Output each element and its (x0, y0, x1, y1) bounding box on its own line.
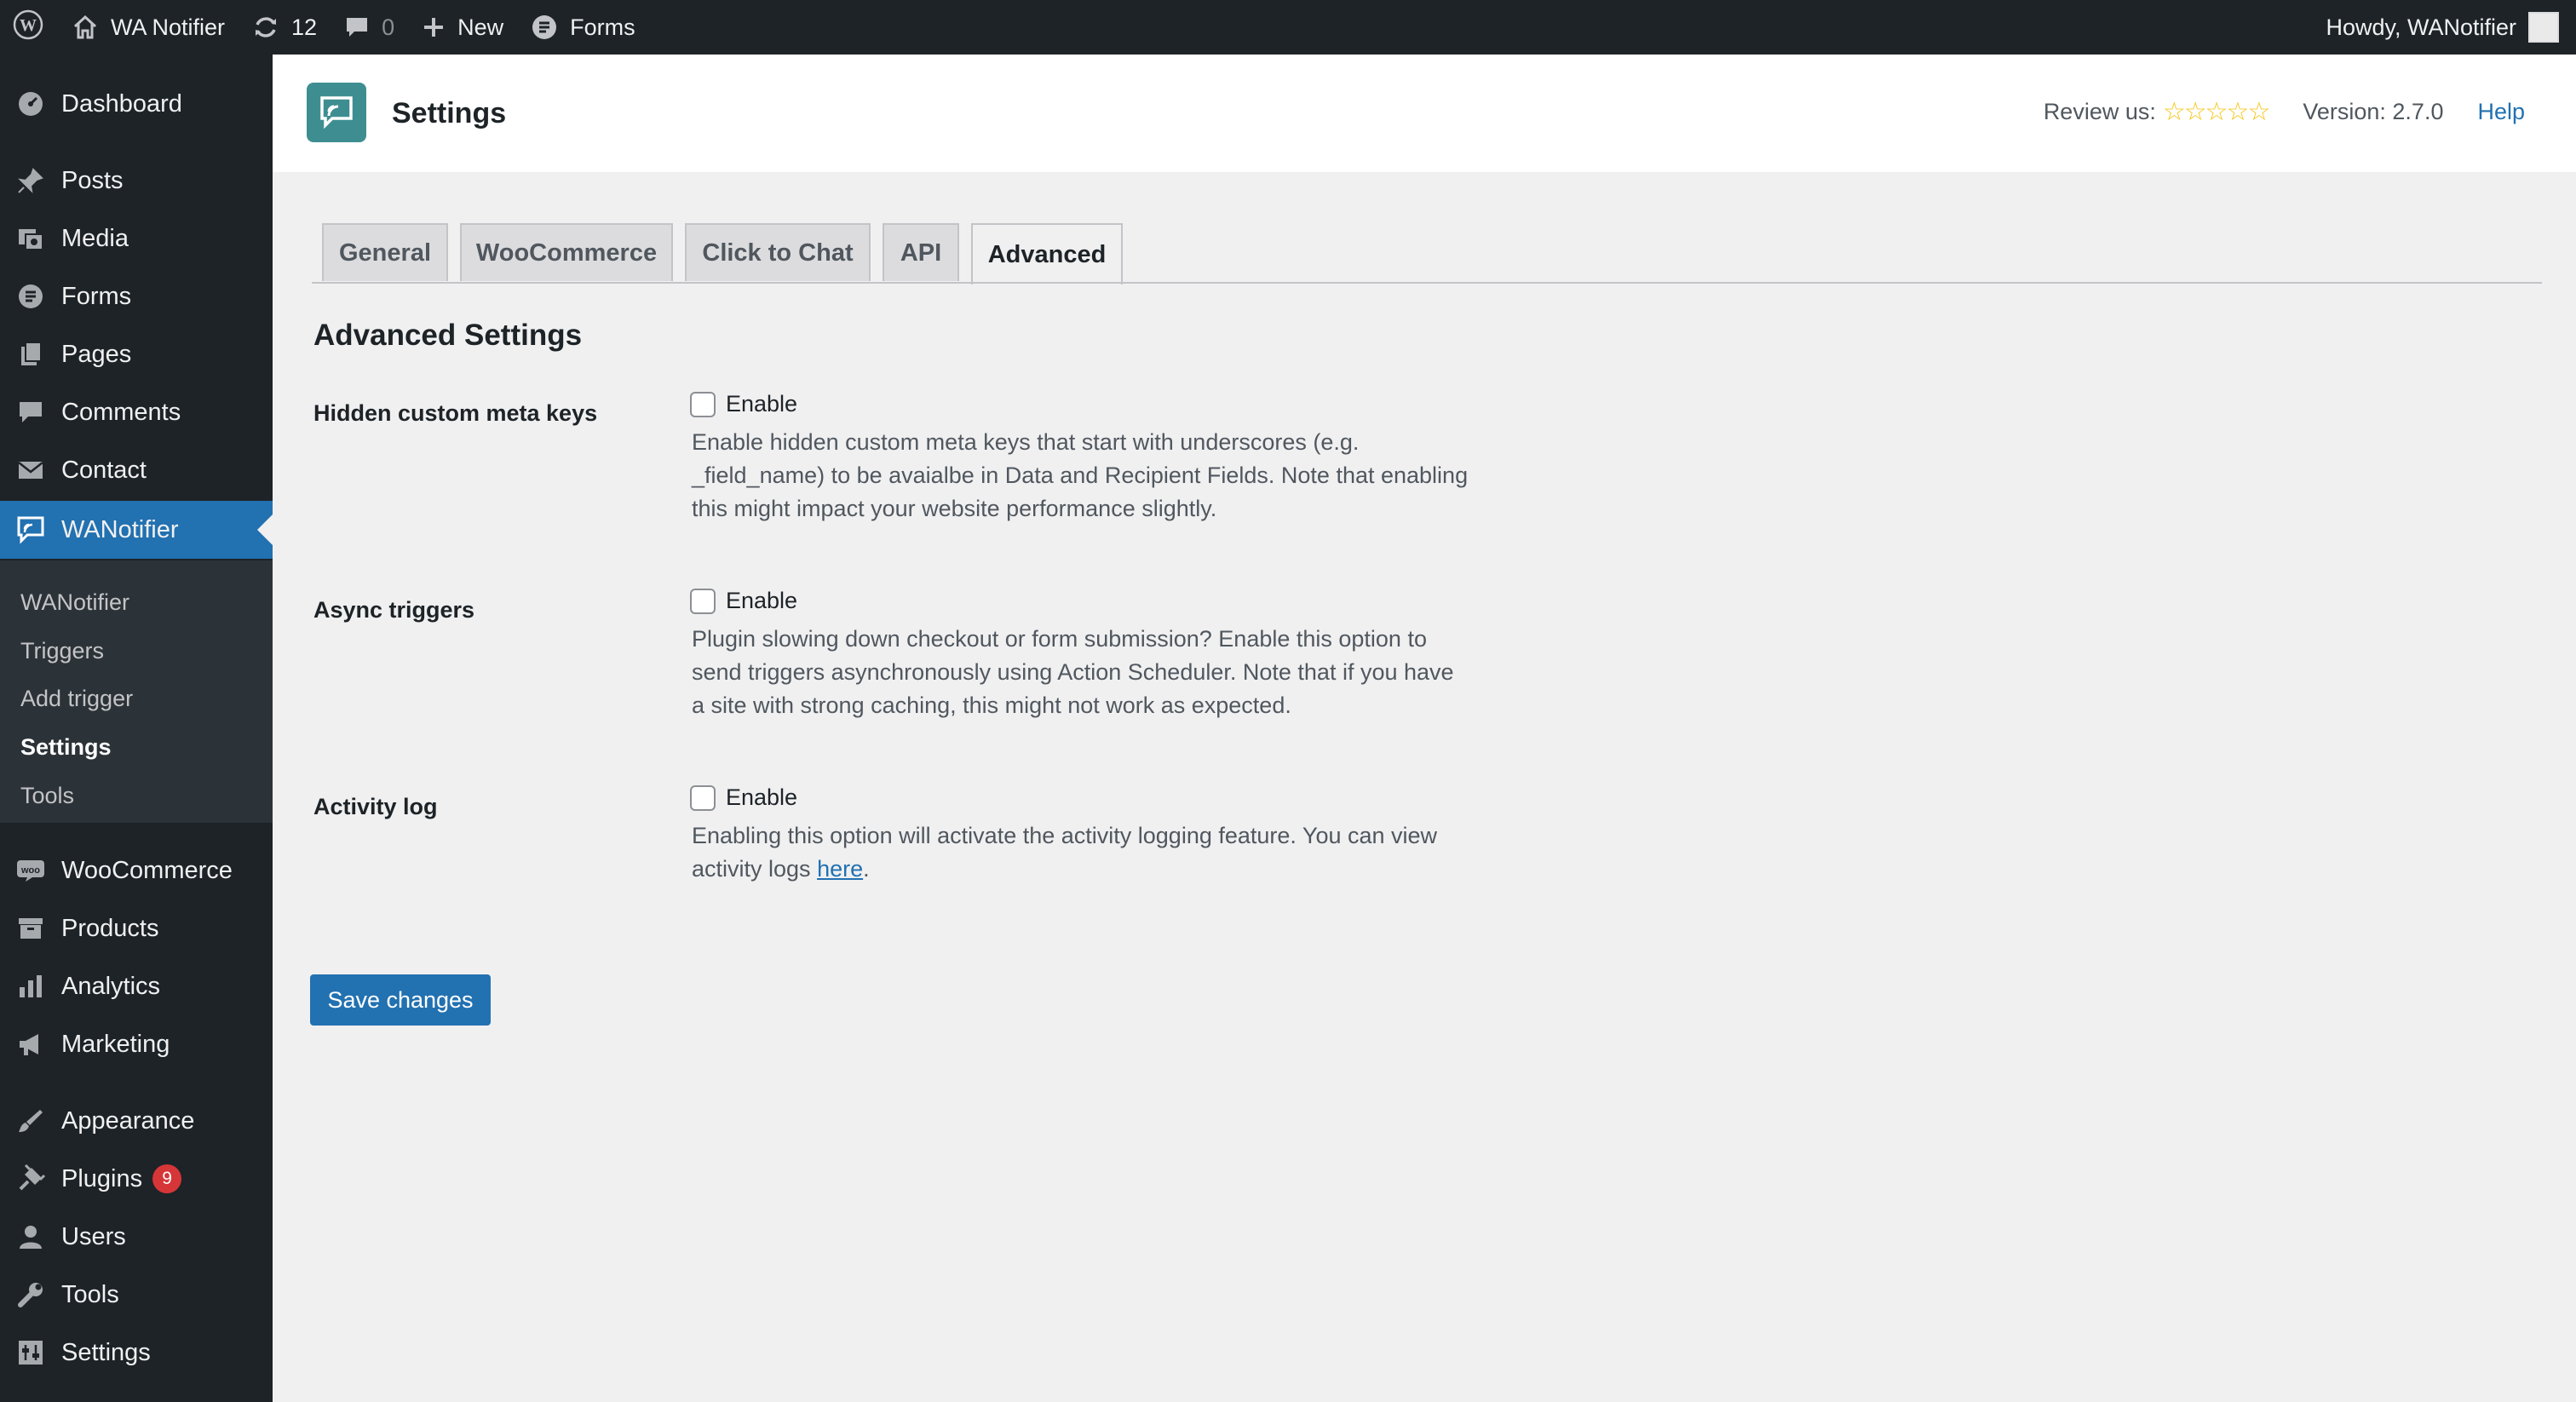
tabs-divider (312, 282, 2542, 284)
updates-link[interactable]: 12 (239, 0, 331, 55)
page-title: Settings (392, 97, 507, 129)
submenu-item-triggers[interactable]: Triggers (20, 638, 104, 664)
tab-api[interactable]: API (883, 223, 959, 281)
greeting: Howdy, WANotifier (2326, 14, 2516, 40)
home-icon (72, 14, 99, 40)
plugins-update-badge: 9 (152, 1164, 182, 1193)
pin-icon (0, 166, 61, 195)
hidden-meta-keys-description: Enable hidden custom meta keys that star… (692, 429, 1469, 521)
wanotifier-logo-icon (307, 83, 366, 142)
sidebar-item-appearance[interactable]: Appearance (0, 1092, 273, 1150)
user-icon (0, 1222, 61, 1251)
async-triggers-checkbox-row[interactable]: Enable (690, 588, 797, 614)
sidebar-item-products[interactable]: Products (0, 899, 273, 957)
sidebar-item-dashboard[interactable]: Dashboard (0, 75, 273, 133)
admin-bar: W WA Notifier 12 0 New Forms Howdy, WANo… (0, 0, 2576, 55)
setting-label-activity-log: Activity log (313, 794, 438, 819)
site-name-link[interactable]: WA Notifier (58, 0, 239, 55)
hidden-meta-keys-checkbox[interactable] (690, 391, 716, 417)
sidebar-item-marketing[interactable]: Marketing (0, 1015, 273, 1073)
wordpress-logo-button[interactable]: W (0, 0, 58, 55)
chat-icon (0, 514, 61, 546)
sidebar-item-pages[interactable]: Pages (0, 325, 273, 383)
comments-link[interactable]: 0 (331, 0, 408, 55)
save-changes-button[interactable]: Save changes (310, 974, 491, 1026)
forms-icon (0, 282, 61, 311)
sidebar-item-users[interactable]: Users (0, 1208, 273, 1266)
help-link[interactable]: Help (2477, 99, 2525, 125)
setting-label-async-triggers: Async triggers (313, 597, 475, 623)
tab-general[interactable]: General (322, 223, 448, 281)
wrench-icon (0, 1280, 61, 1309)
enable-label: Enable (726, 784, 798, 810)
submenu-item-settings[interactable]: Settings (20, 734, 112, 761)
enable-label: Enable (726, 391, 798, 417)
tab-woocommerce[interactable]: WooCommerce (460, 223, 673, 281)
wordpress-icon: W (12, 9, 44, 47)
forms-label: Forms (570, 14, 635, 40)
sidebar-item-analytics[interactable]: Analytics (0, 957, 273, 1015)
sidebar-item-plugins[interactable]: Plugins 9 (0, 1150, 273, 1208)
refresh-icon (252, 14, 279, 40)
updates-count: 12 (291, 14, 318, 40)
svg-text:W: W (20, 16, 37, 35)
account-menu[interactable]: Howdy, WANotifier (2312, 0, 2576, 55)
site-name: WA Notifier (111, 14, 226, 40)
setting-label-hidden-meta-keys: Hidden custom meta keys (313, 400, 598, 426)
submenu-item-wanotifier[interactable]: WANotifier (20, 589, 129, 616)
sliders-icon (0, 1338, 61, 1367)
activity-log-checkbox-row[interactable]: Enable (690, 784, 797, 811)
sidebar-item-tools[interactable]: Tools (0, 1266, 273, 1324)
activity-log-description: Enabling this option will activate the a… (692, 823, 1438, 882)
plugin-header: Settings Review us: ☆☆☆☆☆ Version: 2.7.0… (273, 55, 2576, 172)
activity-log-here-link[interactable]: here (817, 856, 863, 882)
admin-sidebar: Dashboard Posts Media Forms Pages Commen… (0, 55, 273, 1402)
sidebar-item-contact[interactable]: Contact (0, 441, 273, 499)
media-icon (0, 224, 61, 253)
async-triggers-checkbox[interactable] (690, 588, 716, 614)
forms-link[interactable]: Forms (517, 0, 649, 55)
header-meta: Review us: ☆☆☆☆☆ Version: 2.7.0 Help (2044, 97, 2525, 127)
mail-icon (0, 456, 61, 485)
async-triggers-description: Plugin slowing down checkout or form sub… (692, 626, 1454, 718)
megaphone-icon (0, 1030, 61, 1059)
archive-icon (0, 914, 61, 943)
woo-icon: woo (0, 858, 61, 883)
bar-chart-icon (0, 972, 61, 1001)
review-label: Review us: (2043, 99, 2156, 124)
sidebar-item-wanotifier[interactable]: WANotifier (0, 501, 273, 559)
dashboard-icon (0, 89, 61, 118)
new-content-link[interactable]: New (408, 0, 517, 55)
comments-count: 0 (382, 14, 395, 40)
sidebar-item-settings[interactable]: Settings (0, 1324, 273, 1382)
version-label: Version: 2.7.0 (2303, 99, 2444, 124)
plug-icon (0, 1164, 61, 1193)
sidebar-item-forms[interactable]: Forms (0, 267, 273, 325)
plus-icon (422, 15, 446, 39)
comment-icon (0, 398, 61, 427)
submenu-item-add-trigger[interactable]: Add trigger (20, 686, 133, 712)
comment-icon (344, 15, 370, 39)
sidebar-item-comments[interactable]: Comments (0, 383, 273, 441)
avatar (2528, 12, 2559, 43)
new-label: New (457, 14, 504, 40)
tab-click-to-chat[interactable]: Click to Chat (685, 223, 871, 281)
sidebar-item-woocommerce[interactable]: woo WooCommerce (0, 842, 273, 899)
sidebar-item-media[interactable]: Media (0, 210, 273, 267)
section-title: Advanced Settings (313, 319, 583, 352)
sidebar-item-posts[interactable]: Posts (0, 152, 273, 210)
pages-icon (0, 340, 61, 369)
activity-log-checkbox[interactable] (690, 784, 716, 811)
brush-icon (0, 1106, 61, 1135)
hidden-meta-keys-checkbox-row[interactable]: Enable (690, 391, 797, 417)
review-stars-icon[interactable]: ☆☆☆☆☆ (2163, 97, 2270, 127)
submenu-item-tools[interactable]: Tools (20, 783, 74, 809)
svg-text:woo: woo (20, 865, 40, 876)
wanotifier-submenu: WANotifier Triggers Add trigger Settings… (0, 560, 273, 823)
tab-advanced[interactable]: Advanced (971, 223, 1123, 284)
forms-icon (531, 14, 558, 41)
enable-label: Enable (726, 588, 798, 613)
